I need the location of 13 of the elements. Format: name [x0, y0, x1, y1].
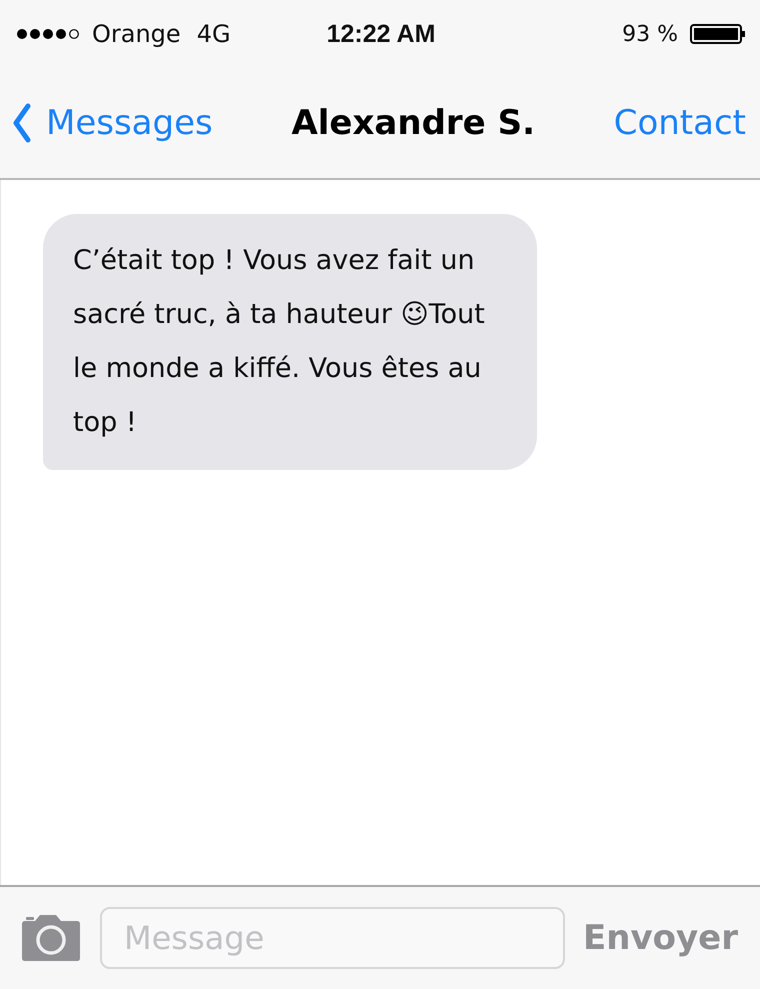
message-bubble: C’était top ! Vous avez fait un sacré truc, à ta hauteur 😉Tout le monde a kiffé. Vous êtes au top !: [43, 214, 537, 470]
clock-time: 12:22 AM: [326, 20, 436, 48]
chevron-left-icon: [12, 103, 32, 143]
carrier-name: Orange: [92, 20, 181, 48]
camera-icon[interactable]: [20, 912, 82, 964]
send-button[interactable]: Envoyer: [583, 918, 738, 958]
contact-name: Alexandre S.: [291, 103, 535, 143]
battery-icon: [690, 24, 746, 44]
network-type: 4G: [196, 20, 231, 48]
contact-button[interactable]: Contact: [614, 103, 746, 143]
signal-icon: [16, 26, 80, 42]
battery-percent: 93 %: [622, 22, 678, 46]
back-button[interactable]: Messages: [12, 103, 213, 143]
